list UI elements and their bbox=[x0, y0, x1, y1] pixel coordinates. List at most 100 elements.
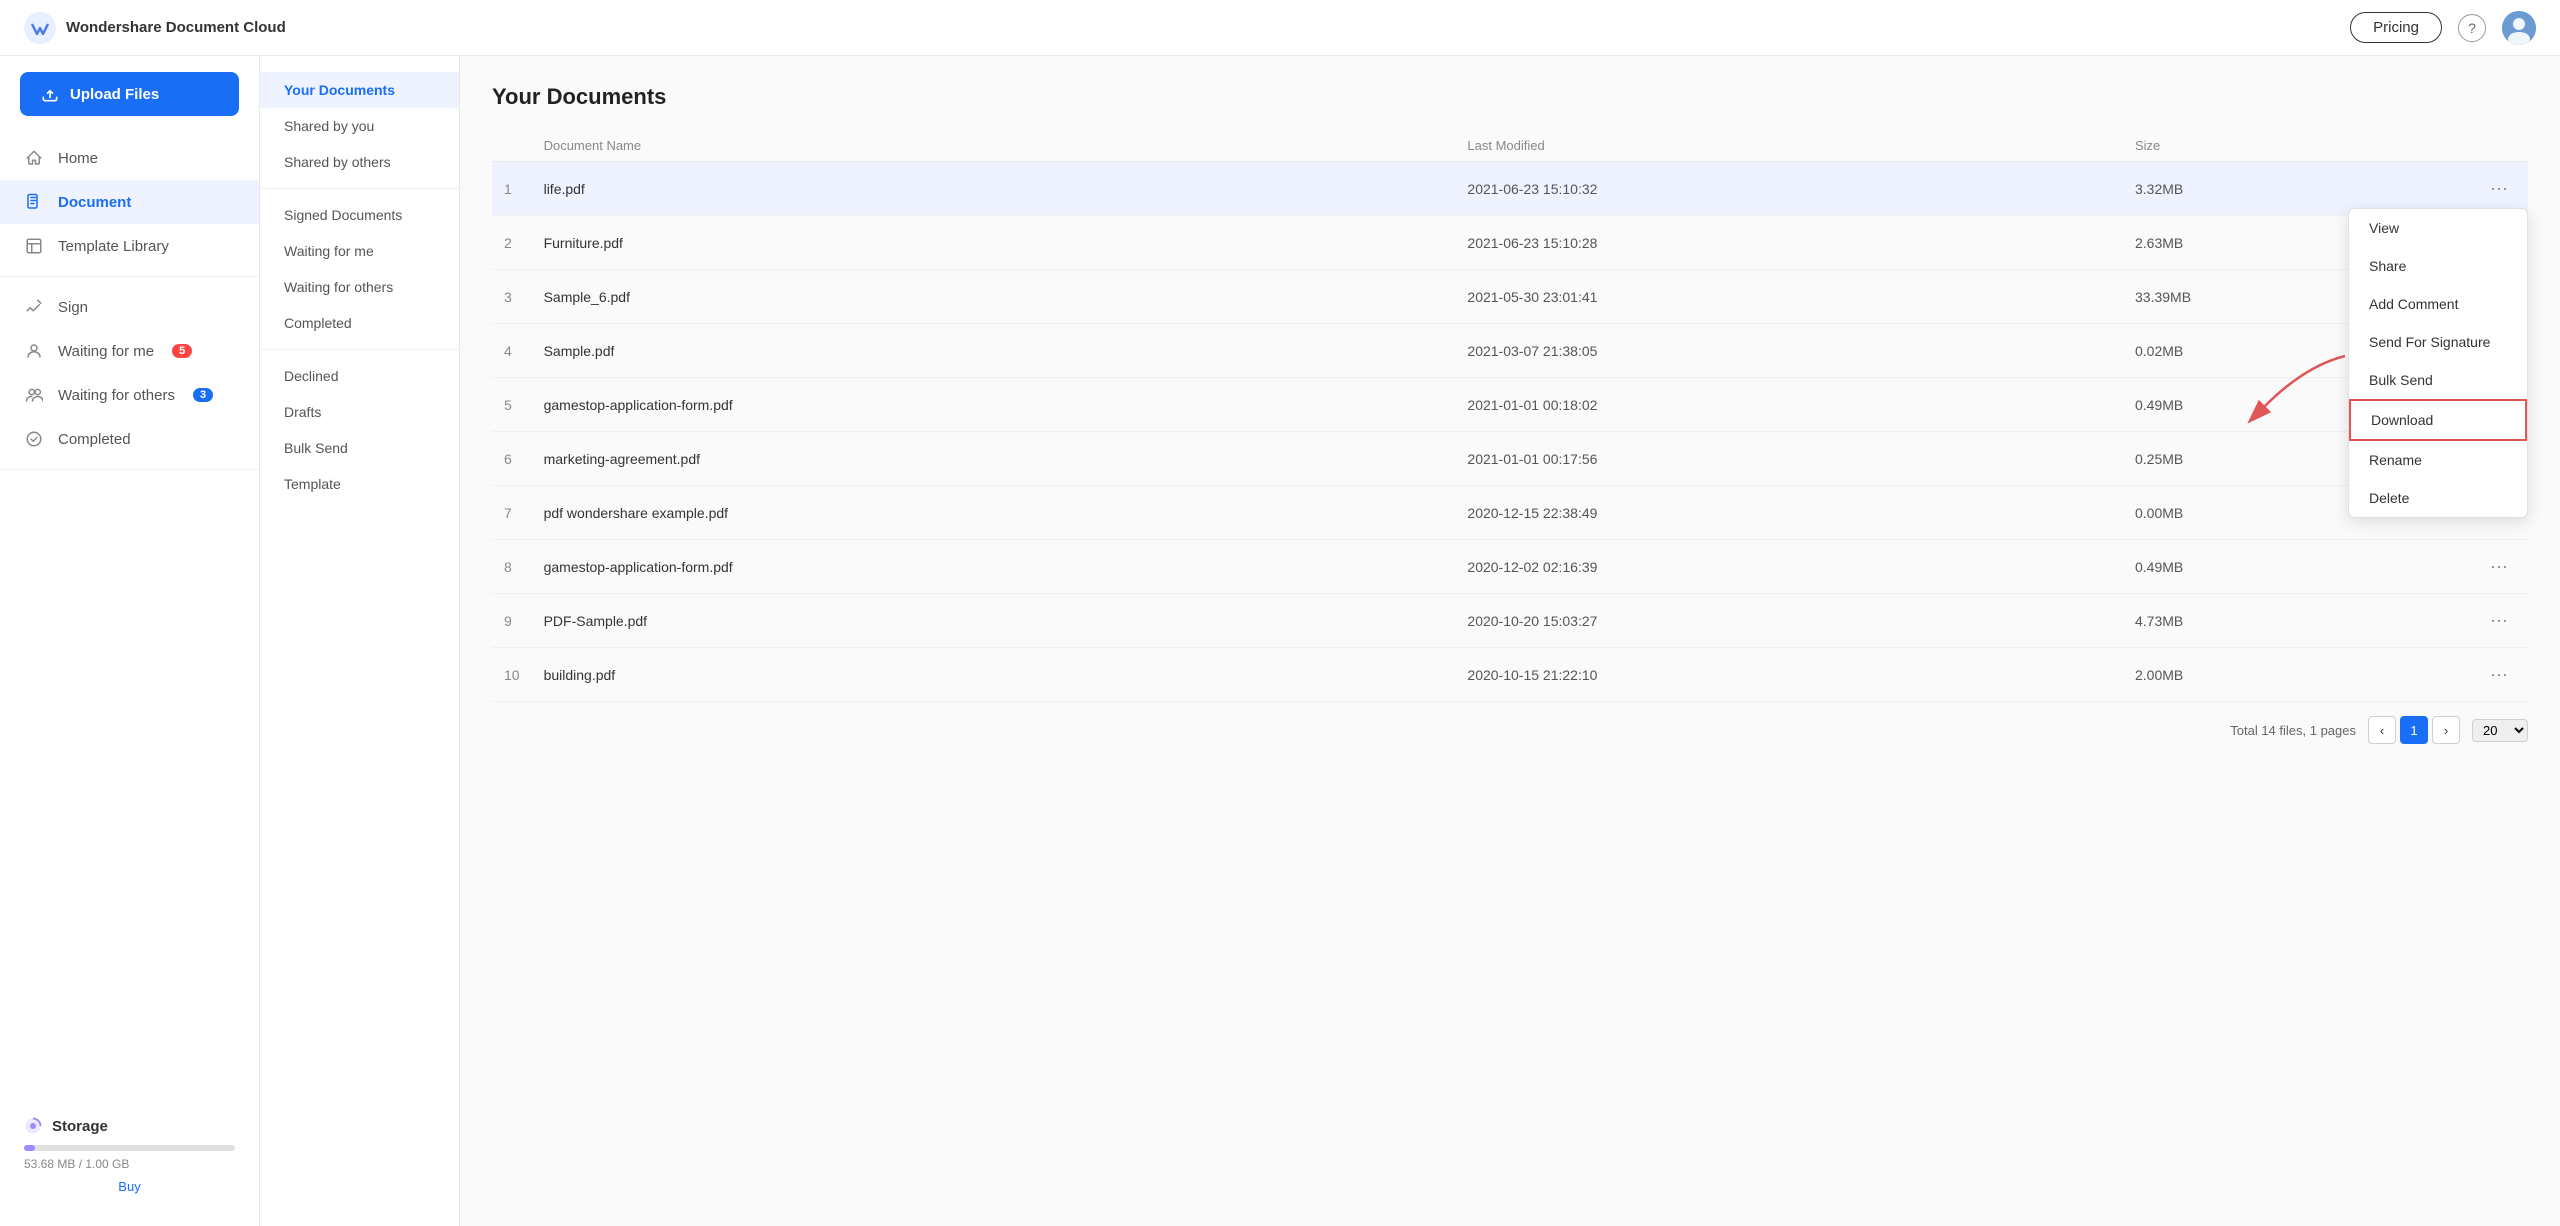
row-size: 4.73MB bbox=[2123, 594, 2470, 648]
row-num: 3 bbox=[492, 270, 532, 324]
sidebar-item-home[interactable]: Home bbox=[0, 136, 259, 180]
col-size: Size bbox=[2123, 130, 2470, 162]
row-actions: ··· bbox=[2470, 594, 2528, 648]
prev-page-button[interactable]: ‹ bbox=[2368, 716, 2396, 744]
table-header-row: Document Name Last Modified Size bbox=[492, 130, 2528, 162]
row-num: 9 bbox=[492, 594, 532, 648]
waiting-others-icon bbox=[24, 385, 44, 405]
total-files-label: Total 14 files, 1 pages bbox=[2230, 723, 2356, 738]
sub-nav-waiting-for-me[interactable]: Waiting for me bbox=[260, 233, 459, 269]
sub-nav-waiting-for-others[interactable]: Waiting for others bbox=[260, 269, 459, 305]
row-filename: gamestop-application-form.pdf bbox=[532, 378, 1456, 432]
document-icon bbox=[24, 192, 44, 212]
upload-icon bbox=[40, 84, 60, 104]
wondershare-logo-icon bbox=[24, 12, 56, 44]
sidebar-item-sign[interactable]: Sign bbox=[0, 285, 259, 329]
row-num: 2 bbox=[492, 216, 532, 270]
table-row: 8 gamestop-application-form.pdf 2020-12-… bbox=[492, 540, 2528, 594]
sub-nav-bulk-send[interactable]: Bulk Send bbox=[260, 430, 459, 466]
storage-label: Storage bbox=[24, 1117, 235, 1135]
context-menu: ViewShareAdd CommentSend For SignatureBu… bbox=[2348, 208, 2528, 518]
sidebar-item-template-library[interactable]: Template Library bbox=[0, 224, 259, 268]
sub-nav-declined[interactable]: Declined bbox=[260, 358, 459, 394]
waiting-me-badge: 5 bbox=[172, 344, 192, 358]
row-modified: 2021-01-01 00:17:56 bbox=[1455, 432, 2123, 486]
row-filename: building.pdf bbox=[532, 648, 1456, 702]
navbar-right: Pricing ? bbox=[2350, 11, 2536, 45]
upload-files-button[interactable]: Upload Files bbox=[20, 72, 239, 116]
row-filename: Furniture.pdf bbox=[532, 216, 1456, 270]
pagination: ‹ 1 › bbox=[2368, 716, 2460, 744]
sidebar-item-waiting-for-me[interactable]: Waiting for me 5 bbox=[0, 329, 259, 373]
sub-nav-template[interactable]: Template bbox=[260, 466, 459, 502]
context-menu-item-download[interactable]: Download bbox=[2349, 399, 2527, 441]
sub-sidebar: Your Documents Shared by you Shared by o… bbox=[260, 56, 460, 1226]
table-row: 3 Sample_6.pdf 2021-05-30 23:01:41 33.39… bbox=[492, 270, 2528, 324]
context-menu-item-bulk-send[interactable]: Bulk Send bbox=[2349, 361, 2527, 399]
row-filename: PDF-Sample.pdf bbox=[532, 594, 1456, 648]
sidebar-item-document[interactable]: Document bbox=[0, 180, 259, 224]
navbar-left: Wondershare Document Cloud bbox=[24, 12, 286, 44]
sub-nav-your-documents[interactable]: Your Documents bbox=[260, 72, 459, 108]
sub-nav-signed-documents[interactable]: Signed Documents bbox=[260, 197, 459, 233]
sub-nav-shared-by-you[interactable]: Shared by you bbox=[260, 108, 459, 144]
row-modified: 2020-12-15 22:38:49 bbox=[1455, 486, 2123, 540]
more-options-button[interactable]: ··· bbox=[2482, 554, 2516, 579]
row-actions: ··· bbox=[2470, 648, 2528, 702]
waiting-me-icon bbox=[24, 341, 44, 361]
doc-title: Your Documents bbox=[492, 84, 2528, 110]
row-filename: Sample_6.pdf bbox=[532, 270, 1456, 324]
context-menu-item-send-for-signature[interactable]: Send For Signature bbox=[2349, 323, 2527, 361]
col-actions bbox=[2470, 130, 2528, 162]
per-page-select[interactable]: 20 50 100 bbox=[2472, 719, 2528, 742]
more-options-button[interactable]: ··· bbox=[2482, 176, 2516, 201]
row-modified: 2021-06-23 15:10:28 bbox=[1455, 216, 2123, 270]
row-filename: marketing-agreement.pdf bbox=[532, 432, 1456, 486]
context-menu-item-rename[interactable]: Rename bbox=[2349, 441, 2527, 479]
doc-area: Your Documents Document Name Last Modifi… bbox=[460, 56, 2560, 1226]
sidebar-item-waiting-for-others[interactable]: Waiting for others 3 bbox=[0, 373, 259, 417]
app-title: Wondershare Document Cloud bbox=[66, 19, 286, 36]
storage-icon bbox=[24, 1117, 42, 1135]
sub-nav-completed[interactable]: Completed bbox=[260, 305, 459, 341]
row-modified: 2021-01-01 00:18:02 bbox=[1455, 378, 2123, 432]
col-num bbox=[492, 130, 532, 162]
sub-nav-shared-by-others[interactable]: Shared by others bbox=[260, 144, 459, 180]
table-row: 6 marketing-agreement.pdf 2021-01-01 00:… bbox=[492, 432, 2528, 486]
page-1-button[interactable]: 1 bbox=[2400, 716, 2428, 744]
more-options-button[interactable]: ··· bbox=[2482, 608, 2516, 633]
row-num: 5 bbox=[492, 378, 532, 432]
table-body: 1 life.pdf 2021-06-23 15:10:32 3.32MB ··… bbox=[492, 162, 2528, 702]
context-menu-item-delete[interactable]: Delete bbox=[2349, 479, 2527, 517]
more-options-button[interactable]: ··· bbox=[2482, 662, 2516, 687]
context-menu-item-share[interactable]: Share bbox=[2349, 247, 2527, 285]
storage-bar-fill bbox=[24, 1145, 35, 1151]
row-filename: pdf wondershare example.pdf bbox=[532, 486, 1456, 540]
col-doc-name: Document Name bbox=[532, 130, 1456, 162]
row-filename: gamestop-application-form.pdf bbox=[532, 540, 1456, 594]
row-modified: 2020-10-20 15:03:27 bbox=[1455, 594, 2123, 648]
row-num: 8 bbox=[492, 540, 532, 594]
context-menu-item-add-comment[interactable]: Add Comment bbox=[2349, 285, 2527, 323]
help-icon[interactable]: ? bbox=[2458, 14, 2486, 42]
table-row: 9 PDF-Sample.pdf 2020-10-20 15:03:27 4.7… bbox=[492, 594, 2528, 648]
row-size: 2.00MB bbox=[2123, 648, 2470, 702]
per-page-selector: 20 50 100 bbox=[2472, 719, 2528, 742]
table-footer: Total 14 files, 1 pages ‹ 1 › 20 50 100 bbox=[492, 702, 2528, 744]
row-num: 4 bbox=[492, 324, 532, 378]
context-menu-item-view[interactable]: View bbox=[2349, 209, 2527, 247]
table-row: 2 Furniture.pdf 2021-06-23 15:10:28 2.63… bbox=[492, 216, 2528, 270]
avatar[interactable] bbox=[2502, 11, 2536, 45]
next-page-button[interactable]: › bbox=[2432, 716, 2460, 744]
row-num: 10 bbox=[492, 648, 532, 702]
sidebar-item-completed[interactable]: Completed bbox=[0, 417, 259, 461]
row-modified: 2020-10-15 21:22:10 bbox=[1455, 648, 2123, 702]
sub-nav-drafts[interactable]: Drafts bbox=[260, 394, 459, 430]
pricing-button[interactable]: Pricing bbox=[2350, 12, 2442, 43]
buy-button[interactable]: Buy bbox=[24, 1179, 235, 1194]
row-modified: 2021-05-30 23:01:41 bbox=[1455, 270, 2123, 324]
storage-bar-background bbox=[24, 1145, 235, 1151]
table-row: 7 pdf wondershare example.pdf 2020-12-15… bbox=[492, 486, 2528, 540]
storage-section: Storage 53.68 MB / 1.00 GB Buy bbox=[0, 1101, 259, 1210]
table-row: 5 gamestop-application-form.pdf 2021-01-… bbox=[492, 378, 2528, 432]
